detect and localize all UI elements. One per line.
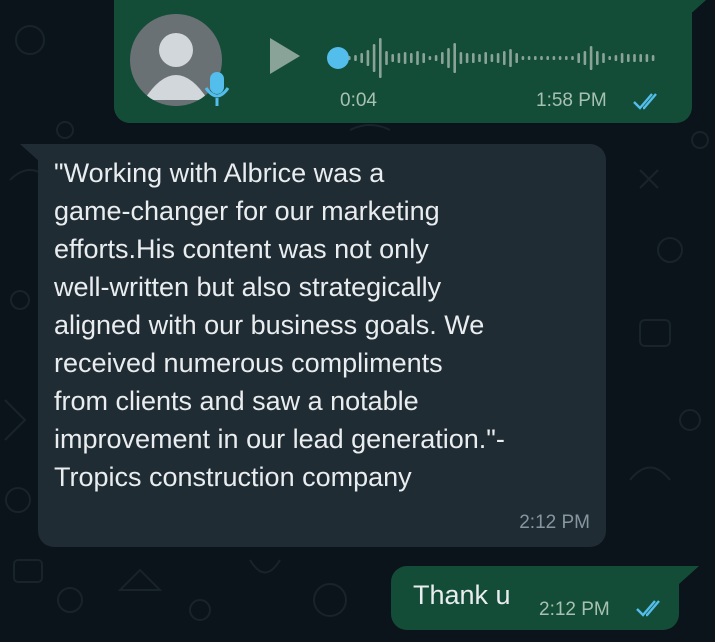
waveform-bar <box>627 54 630 62</box>
play-icon[interactable] <box>264 36 304 76</box>
waveform-bar <box>490 54 494 62</box>
double-check-icon <box>636 600 660 617</box>
incoming-bubble-tail <box>20 144 40 162</box>
waveform-bar <box>565 56 568 60</box>
waveform-bar <box>583 51 587 65</box>
incoming-message-time: 2:12 PM <box>519 512 590 533</box>
waveform-bar <box>459 52 463 64</box>
waveform-bar <box>602 53 605 63</box>
chat-window: 0:04 1:58 PM "Working with Albrice was a… <box>0 0 715 642</box>
waveform-bar <box>472 53 475 63</box>
waveform-bar <box>484 52 487 64</box>
outgoing-bubble-tail <box>679 566 699 584</box>
outgoing-message-text: Thank u <box>413 580 511 610</box>
waveform-bar <box>428 56 432 60</box>
waveform-bar <box>379 38 382 78</box>
waveform-bar <box>546 56 549 60</box>
waveform-bar <box>540 56 543 60</box>
waveform-bar <box>614 55 618 61</box>
waveform-bar <box>571 56 574 60</box>
microphone-icon <box>204 72 230 106</box>
waveform-bar <box>360 53 363 63</box>
waveform-bar <box>391 54 394 62</box>
waveform-bar <box>633 54 636 62</box>
waveform-bar <box>558 56 562 60</box>
waveform-bar <box>620 53 624 63</box>
waveform-bar <box>478 54 481 62</box>
voice-message-bubble[interactable]: 0:04 1:58 PM <box>114 0 692 123</box>
waveform-bar <box>366 50 370 66</box>
waveform-bar <box>596 51 599 65</box>
waveform-bar <box>453 43 456 73</box>
waveform-bar <box>403 52 407 64</box>
waveform-bar <box>422 53 425 63</box>
waveform-bar <box>397 53 401 63</box>
outgoing-message-time: 2:12 PM <box>539 599 610 620</box>
waveform-bar <box>503 51 506 65</box>
waveform-bar <box>651 55 655 61</box>
waveform-bar <box>496 53 500 63</box>
waveform-bar <box>509 49 512 67</box>
waveform-bar <box>527 56 531 60</box>
waveform-bar <box>385 51 388 65</box>
waveform-bar <box>354 55 357 61</box>
waveform-bar <box>372 44 376 72</box>
waveform-bar <box>447 48 450 68</box>
waveform-bar <box>645 54 649 62</box>
seek-knob[interactable] <box>327 47 349 69</box>
waveform-bar <box>639 54 642 62</box>
waveform-bar <box>441 52 444 64</box>
waveform-bar <box>515 53 518 63</box>
waveform-bar <box>521 56 525 60</box>
double-check-icon <box>633 93 657 110</box>
waveform-bar <box>410 53 413 63</box>
waveform-bar <box>434 55 438 61</box>
waveform-bar <box>608 56 611 60</box>
waveform-bar <box>465 53 469 63</box>
incoming-message-text: "Working with Albrice was a game-changer… <box>54 158 505 492</box>
waveform-bar <box>589 46 593 70</box>
voice-duration: 0:04 <box>340 90 377 111</box>
waveform-bar <box>534 56 537 60</box>
outgoing-message-bubble[interactable]: Thank u 2:12 PM <box>391 566 679 630</box>
incoming-message-bubble[interactable]: "Working with Albrice was a game-changer… <box>38 144 606 547</box>
voice-waveform-seek-bar[interactable] <box>326 36 662 80</box>
waveform-bar <box>577 53 580 63</box>
voice-message-time: 1:58 PM <box>536 90 607 111</box>
waveform-bar <box>416 51 419 65</box>
waveform-bar <box>552 56 556 60</box>
